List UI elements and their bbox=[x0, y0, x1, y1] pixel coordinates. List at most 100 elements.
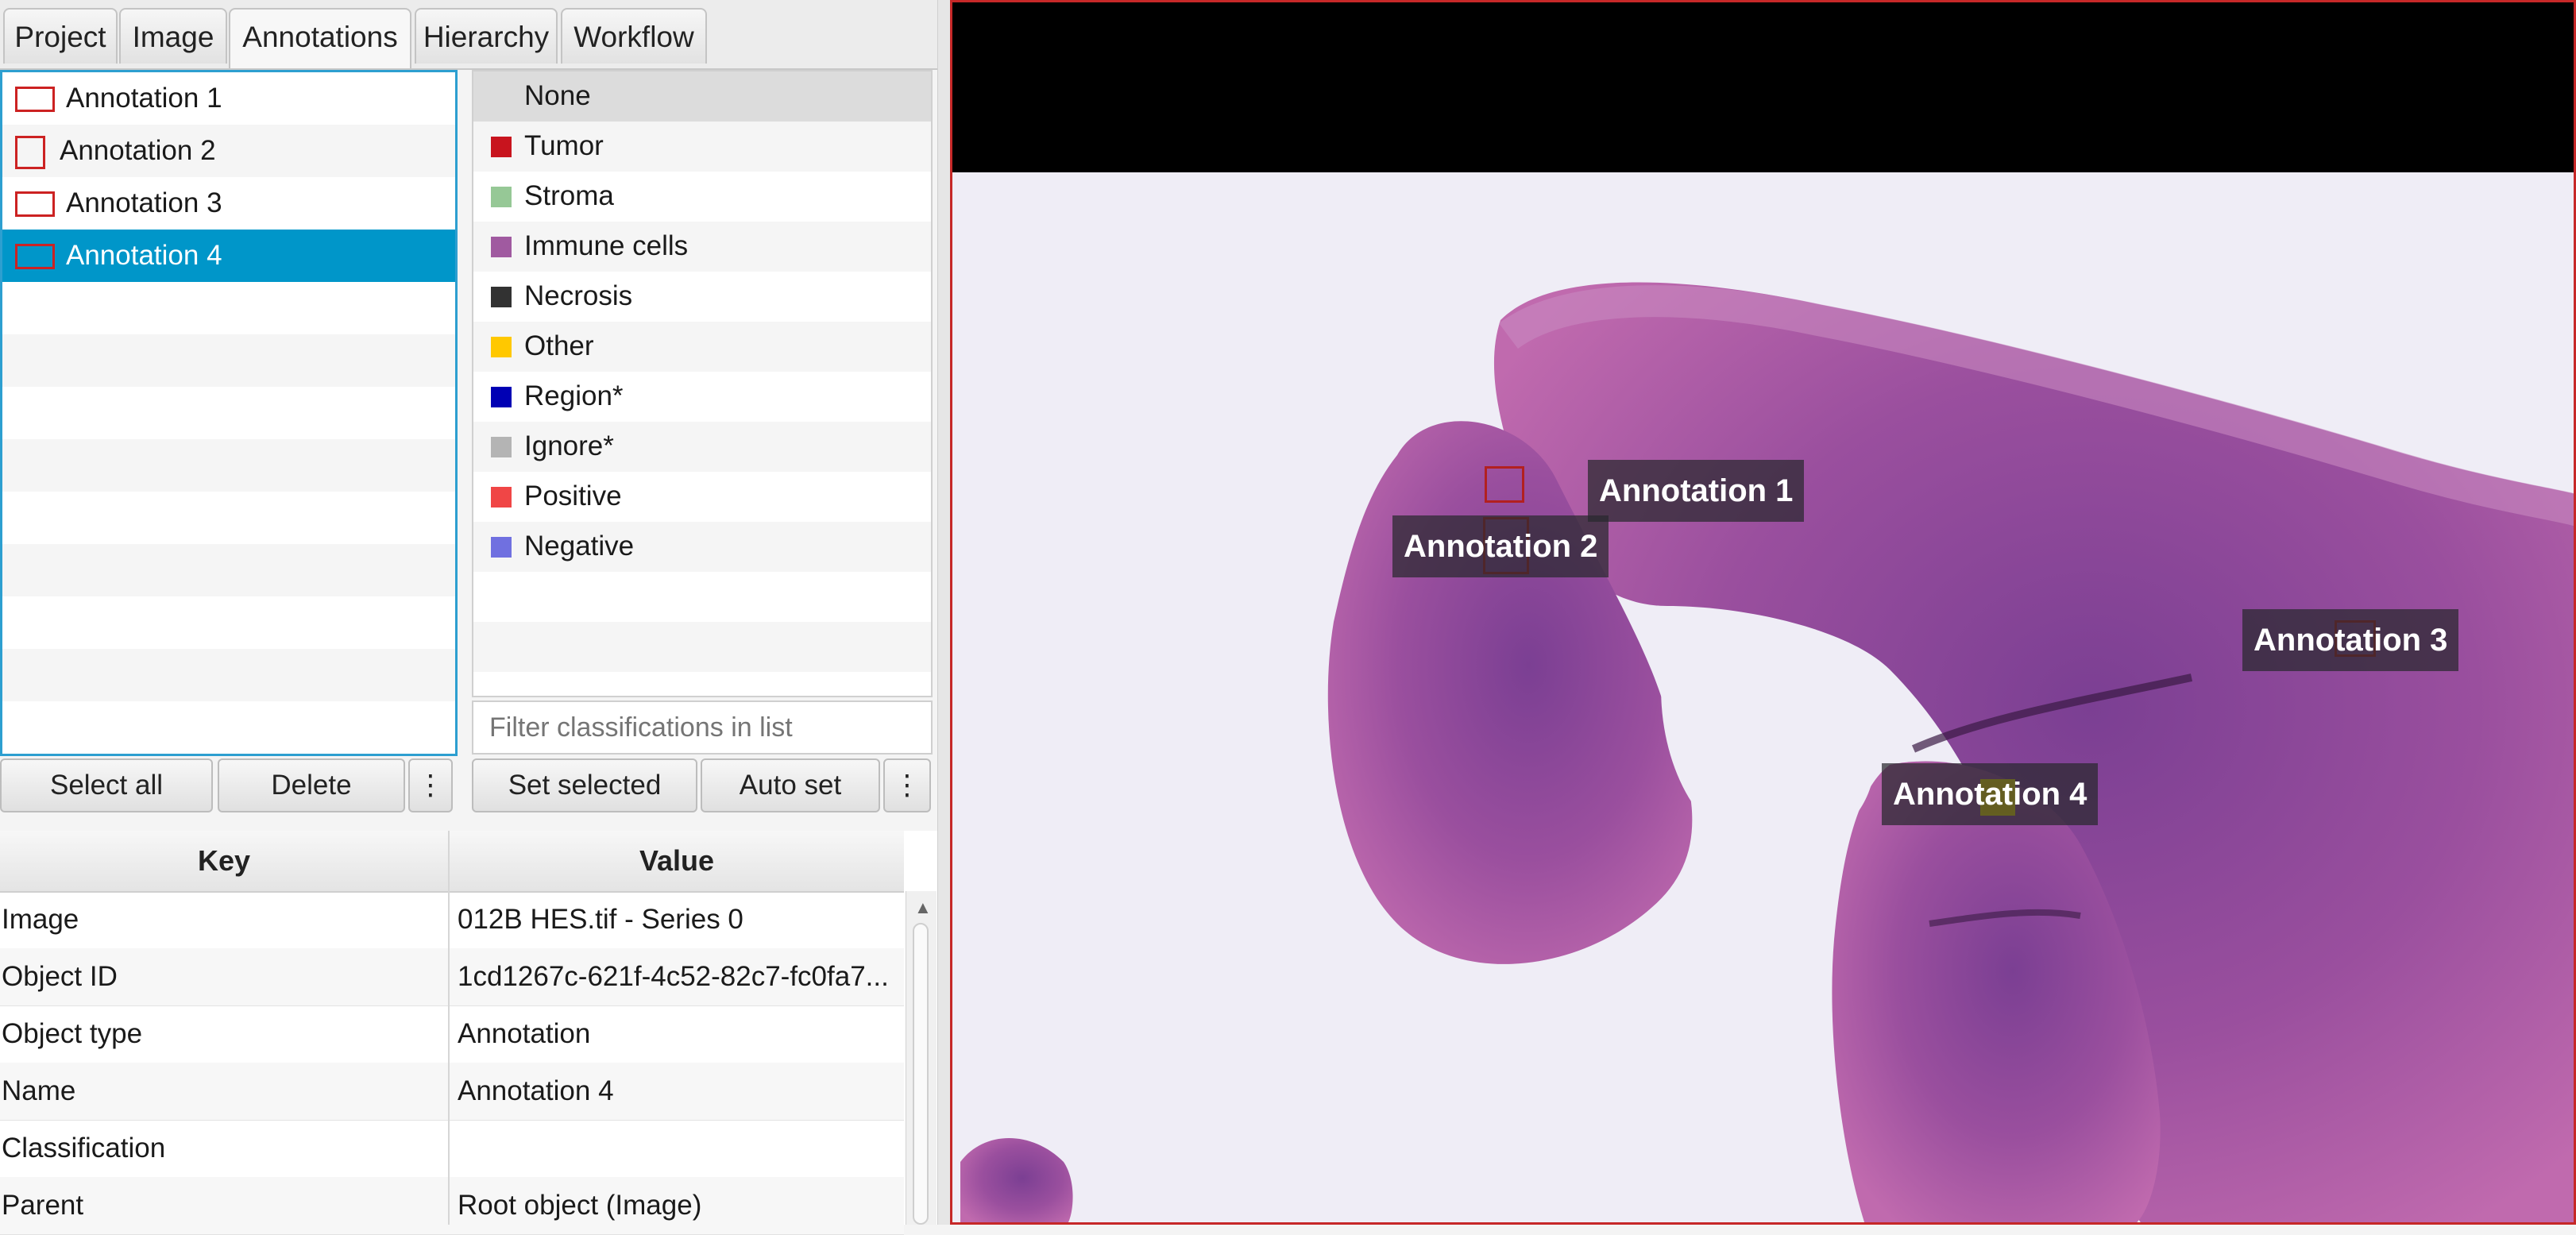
tab-project[interactable]: Project bbox=[3, 8, 118, 64]
property-row[interactable]: Parent Root object (Image) bbox=[0, 1177, 904, 1235]
classification-list[interactable]: None Tumor Stroma Immune cells Necrosis … bbox=[472, 70, 933, 697]
properties-scrollbar[interactable]: ▲ bbox=[906, 891, 937, 1225]
column-divider[interactable] bbox=[448, 831, 450, 1225]
color-swatch bbox=[491, 137, 512, 157]
property-row[interactable]: Image 012B HES.tif - Series 0 bbox=[0, 891, 904, 949]
color-swatch bbox=[491, 237, 512, 257]
empty-list-row bbox=[473, 572, 931, 622]
classification-filter-input[interactable] bbox=[472, 700, 933, 755]
annotation-label: Annotation 1 bbox=[66, 83, 222, 114]
properties-table: Key Value Image 012B HES.tif - Series 0 … bbox=[0, 831, 937, 1235]
class-item-stroma[interactable]: Stroma bbox=[473, 172, 931, 222]
empty-list-row bbox=[2, 596, 455, 649]
annotation-label: Annotation 2 bbox=[60, 135, 216, 166]
property-key: Object ID bbox=[2, 961, 118, 992]
tab-workflow[interactable]: Workflow bbox=[561, 8, 707, 64]
annotation-list-item-selected[interactable]: Annotation 4 bbox=[2, 230, 455, 282]
class-label: Immune cells bbox=[524, 230, 689, 261]
properties-rows: Image 012B HES.tif - Series 0 Object ID … bbox=[0, 891, 904, 1235]
annotation-more-options-button[interactable]: ⋮ bbox=[408, 758, 453, 812]
tab-image[interactable]: Image bbox=[119, 8, 227, 64]
class-label: Negative bbox=[524, 531, 635, 562]
color-swatch bbox=[491, 487, 512, 508]
annotation-list-item[interactable]: Annotation 2 bbox=[2, 125, 455, 177]
properties-header: Key Value bbox=[0, 831, 904, 893]
annotation-rectangle-icon bbox=[15, 244, 55, 269]
column-header-value[interactable]: Value bbox=[450, 831, 904, 891]
annotation-rectangle-icon bbox=[15, 136, 45, 169]
annotation-list-item[interactable]: Annotation 1 bbox=[2, 72, 455, 125]
annotation-rectangle-icon bbox=[15, 87, 55, 112]
annotation-label: Annotation 3 bbox=[66, 187, 222, 218]
color-swatch bbox=[491, 387, 512, 407]
class-label: Other bbox=[524, 330, 594, 361]
column-header-key[interactable]: Key bbox=[0, 831, 448, 891]
classification-more-options-button[interactable]: ⋮ bbox=[883, 758, 931, 812]
class-label: Tumor bbox=[524, 130, 604, 161]
property-value: 012B HES.tif - Series 0 bbox=[458, 904, 743, 935]
empty-list-row bbox=[2, 387, 455, 439]
property-row[interactable]: Name Annotation 4 bbox=[0, 1063, 904, 1121]
color-swatch bbox=[491, 187, 512, 207]
pane-splitter[interactable] bbox=[937, 0, 951, 1225]
color-swatch bbox=[491, 437, 512, 457]
class-label: None bbox=[524, 80, 591, 111]
empty-list-row bbox=[473, 622, 931, 672]
class-item-none[interactable]: None bbox=[473, 71, 931, 122]
class-label: Region* bbox=[524, 380, 624, 411]
set-selected-button[interactable]: Set selected bbox=[472, 758, 697, 812]
property-row[interactable]: Object ID 1cd1267c-621f-4c52-82c7-fc0fa7… bbox=[0, 948, 904, 1006]
property-row[interactable]: Object type Annotation bbox=[0, 1005, 904, 1063]
class-item-positive[interactable]: Positive bbox=[473, 472, 931, 522]
annotation-3-tag[interactable]: Annotation 3 bbox=[2242, 609, 2459, 671]
class-item-region[interactable]: Region* bbox=[473, 372, 931, 422]
select-all-button[interactable]: Select all bbox=[0, 758, 213, 812]
annotation-list-item[interactable]: Annotation 3 bbox=[2, 177, 455, 230]
class-label: Positive bbox=[524, 480, 622, 511]
delete-button[interactable]: Delete bbox=[218, 758, 405, 812]
tab-hierarchy[interactable]: Hierarchy bbox=[415, 8, 558, 64]
property-key: Parent bbox=[2, 1190, 84, 1221]
property-value: Root object (Image) bbox=[458, 1190, 702, 1221]
empty-list-row bbox=[2, 282, 455, 334]
class-label: Necrosis bbox=[524, 280, 633, 311]
class-label: Stroma bbox=[524, 180, 614, 211]
color-swatch bbox=[491, 337, 512, 357]
class-item-negative[interactable]: Negative bbox=[473, 522, 931, 572]
property-key: Name bbox=[2, 1075, 76, 1106]
empty-list-row bbox=[2, 492, 455, 544]
empty-list-row bbox=[2, 544, 455, 596]
annotation-2-tag[interactable]: Annotation 2 bbox=[1392, 515, 1609, 577]
annotation-1-tag[interactable]: Annotation 1 bbox=[1588, 460, 1805, 522]
class-item-necrosis[interactable]: Necrosis bbox=[473, 272, 931, 322]
empty-list-row bbox=[2, 334, 455, 387]
left-pane: Project Image Annotations Hierarchy Work… bbox=[0, 0, 937, 1235]
annotation-1-roi[interactable] bbox=[1485, 466, 1524, 503]
property-value: 1cd1267c-621f-4c52-82c7-fc0fa7... bbox=[458, 961, 889, 992]
annotation-4-tag[interactable]: Annotation 4 bbox=[1882, 763, 2099, 825]
image-viewer[interactable]: Annotation 1 Annotation 2 Annotation 3 A… bbox=[950, 0, 2576, 1225]
tab-annotations[interactable]: Annotations bbox=[229, 8, 411, 68]
property-value: Annotation 4 bbox=[458, 1075, 614, 1106]
auto-set-button[interactable]: Auto set bbox=[701, 758, 880, 812]
scroll-up-arrow-icon[interactable]: ▲ bbox=[914, 897, 932, 918]
class-item-ignore[interactable]: Ignore* bbox=[473, 422, 931, 472]
property-value: Annotation bbox=[458, 1018, 591, 1049]
color-swatch bbox=[491, 537, 512, 558]
class-item-other[interactable]: Other bbox=[473, 322, 931, 372]
property-key: Object type bbox=[2, 1018, 143, 1049]
annotation-list[interactable]: Annotation 1 Annotation 2 Annotation 3 A… bbox=[0, 70, 458, 756]
empty-list-row bbox=[2, 701, 455, 754]
property-row[interactable]: Classification bbox=[0, 1120, 904, 1178]
scrollbar-thumb[interactable] bbox=[913, 923, 929, 1225]
tab-bar: Project Image Annotations Hierarchy Work… bbox=[0, 0, 937, 70]
class-item-tumor[interactable]: Tumor bbox=[473, 122, 931, 172]
empty-list-row bbox=[2, 439, 455, 492]
property-key: Image bbox=[2, 904, 79, 935]
annotation-label: Annotation 4 bbox=[66, 240, 222, 271]
property-key: Classification bbox=[2, 1133, 166, 1164]
class-item-immune-cells[interactable]: Immune cells bbox=[473, 222, 931, 272]
annotation-rectangle-icon bbox=[15, 191, 55, 217]
empty-list-row bbox=[2, 649, 455, 701]
color-swatch bbox=[491, 287, 512, 307]
